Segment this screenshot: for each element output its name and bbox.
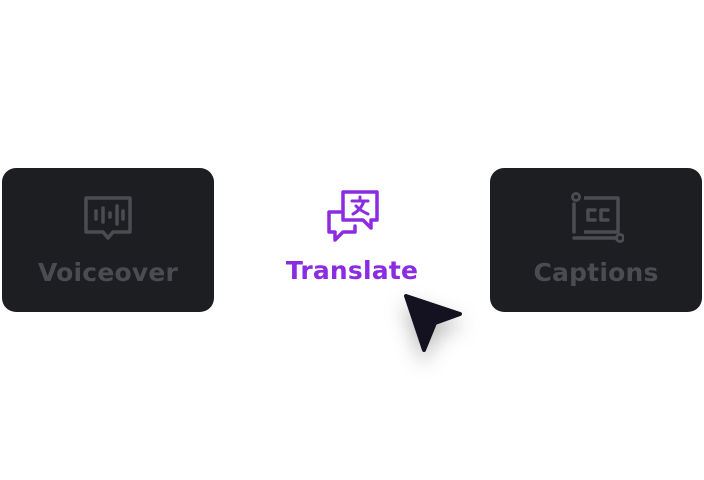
translate-label: Translate [285,256,419,285]
feature-selector: Voiceover Translate Captions [0,0,704,480]
waveform-speech-icon [84,196,132,240]
captions-label: Captions [533,258,659,287]
voiceover-card[interactable]: Voiceover [2,168,214,312]
captions-card[interactable]: Captions [490,168,702,312]
closed-captions-icon [571,192,624,243]
pointer-cursor-icon [404,294,462,352]
voiceover-label: Voiceover [37,258,179,287]
translate-chat-icon [327,190,379,242]
